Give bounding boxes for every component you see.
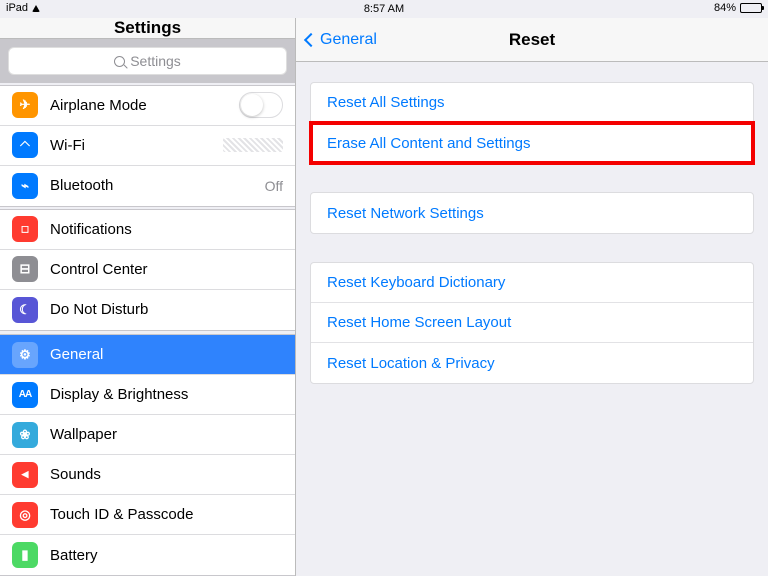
sidebar-item-touch-id-passcode[interactable]: Touch ID & Passcode bbox=[0, 495, 295, 535]
bt-icon bbox=[12, 173, 38, 199]
reset-reset-home-screen-layout[interactable]: Reset Home Screen Layout bbox=[311, 303, 753, 343]
detail-header: General Reset bbox=[296, 18, 768, 62]
sidebar-item-label: Wi-Fi bbox=[50, 137, 223, 154]
reset-reset-location-privacy[interactable]: Reset Location & Privacy bbox=[311, 343, 753, 383]
sidebar-item-label: Do Not Disturb bbox=[50, 301, 283, 318]
sidebar-item-battery[interactable]: Battery bbox=[0, 535, 295, 575]
sidebar-item-control-center[interactable]: Control Center bbox=[0, 250, 295, 290]
aa-icon bbox=[12, 382, 38, 408]
battery-percent: 84% bbox=[714, 2, 736, 14]
wifi-network-name bbox=[223, 138, 283, 152]
reset-reset-all-settings[interactable]: Reset All Settings bbox=[311, 83, 753, 123]
sidebar-item-bluetooth[interactable]: BluetoothOff bbox=[0, 166, 295, 206]
status-time: 8:57 AM bbox=[364, 3, 404, 15]
status-bar: iPad 8:57 AM 84% bbox=[0, 0, 768, 18]
moon-icon bbox=[12, 297, 38, 323]
reset-group: Reset All SettingsErase All Content and … bbox=[310, 82, 754, 164]
snd-icon bbox=[12, 462, 38, 488]
reset-reset-network-settings[interactable]: Reset Network Settings bbox=[311, 193, 753, 233]
sidebar-item-label: Bluetooth bbox=[50, 177, 265, 194]
battery-icon bbox=[740, 3, 762, 13]
sidebar-item-label: Control Center bbox=[50, 261, 283, 278]
sidebar-item-wallpaper[interactable]: Wallpaper bbox=[0, 415, 295, 455]
sidebar-item-label: Airplane Mode bbox=[50, 97, 239, 114]
accessory-text: Off bbox=[265, 178, 283, 194]
sidebar-item-label: Wallpaper bbox=[50, 426, 283, 443]
search-wrap: Settings bbox=[0, 39, 295, 83]
sidebar-title: Settings bbox=[0, 18, 295, 39]
reset-reset-keyboard-dictionary[interactable]: Reset Keyboard Dictionary bbox=[311, 263, 753, 303]
wifi-icon bbox=[12, 132, 38, 158]
sidebar-item-do-not-disturb[interactable]: Do Not Disturb bbox=[0, 290, 295, 330]
detail-pane: General Reset Reset All SettingsErase Al… bbox=[296, 18, 768, 576]
back-button[interactable]: General bbox=[306, 18, 377, 62]
sidebar-item-label: General bbox=[50, 346, 283, 363]
airplane-toggle[interactable] bbox=[239, 92, 283, 118]
search-input[interactable]: Settings bbox=[8, 47, 287, 75]
detail-title: Reset bbox=[509, 30, 555, 50]
settings-sidebar: Settings Settings Airplane Mode Wi-Fi Blue… bbox=[0, 18, 296, 576]
sidebar-item-label: Touch ID & Passcode bbox=[50, 506, 283, 523]
search-placeholder: Settings bbox=[130, 53, 181, 69]
sidebar-item-display-brightness[interactable]: Display & Brightness bbox=[0, 375, 295, 415]
sidebar-item-sounds[interactable]: Sounds bbox=[0, 455, 295, 495]
chevron-left-icon bbox=[304, 33, 318, 47]
reset-group: Reset Keyboard DictionaryReset Home Scre… bbox=[310, 262, 754, 384]
touch-icon bbox=[12, 502, 38, 528]
sidebar-item-label: Notifications bbox=[50, 221, 283, 238]
reset-group: Reset Network Settings bbox=[310, 192, 754, 234]
gear-icon bbox=[12, 342, 38, 368]
plane-icon bbox=[12, 92, 38, 118]
sidebar-item-notifications[interactable]: Notifications bbox=[0, 210, 295, 250]
sidebar-item-wi-fi[interactable]: Wi-Fi bbox=[0, 126, 295, 166]
wall-icon bbox=[12, 422, 38, 448]
batt-icon bbox=[12, 542, 38, 568]
sidebar-item-general[interactable]: General bbox=[0, 335, 295, 375]
bell-icon bbox=[12, 216, 38, 242]
sidebar-item-airplane-mode[interactable]: Airplane Mode bbox=[0, 86, 295, 126]
reset-erase-all-content-and-settings[interactable]: Erase All Content and Settings bbox=[311, 123, 753, 163]
cc-icon bbox=[12, 256, 38, 282]
device-label: iPad bbox=[6, 2, 28, 14]
back-label: General bbox=[320, 31, 377, 49]
sidebar-item-label: Display & Brightness bbox=[50, 386, 283, 403]
sidebar-item-label: Sounds bbox=[50, 466, 283, 483]
search-icon bbox=[114, 56, 125, 67]
sidebar-item-label: Battery bbox=[50, 547, 283, 564]
wifi-icon bbox=[32, 5, 40, 12]
